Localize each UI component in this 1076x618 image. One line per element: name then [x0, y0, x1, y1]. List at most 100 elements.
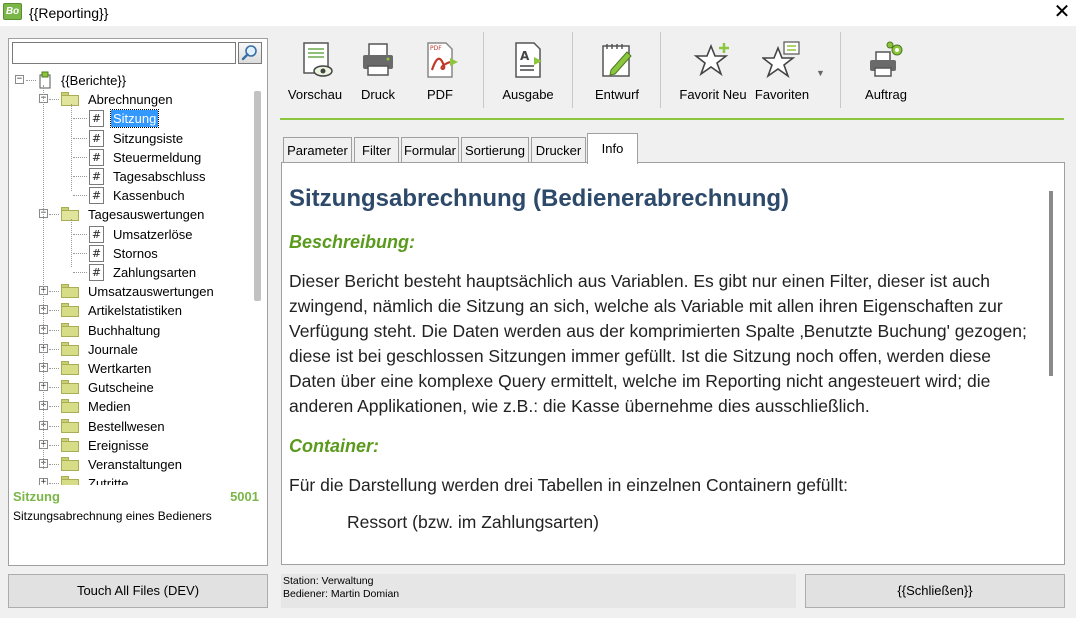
tree-label: Veranstaltungen — [88, 457, 182, 472]
report-root-icon — [39, 71, 51, 89]
favorit-neu-button[interactable]: Favorit Neu — [676, 30, 750, 116]
tree-folder[interactable]: + Buchhaltung — [9, 321, 249, 340]
tree-connector — [49, 329, 59, 331]
auftrag-button[interactable]: Auftrag — [856, 30, 916, 116]
tree-connector — [73, 252, 87, 254]
tree-connector — [26, 80, 36, 81]
close-window-button[interactable]: ✕ — [1052, 0, 1072, 24]
toolbar: Vorschau Druck PDF PDF A Ausgabe Entwurf… — [280, 30, 1064, 118]
search-button[interactable] — [238, 42, 262, 64]
tree-folder[interactable]: + Ereignisse — [9, 436, 249, 455]
tree-report[interactable]: # Steuermeldung — [9, 148, 249, 167]
folder-icon — [61, 399, 79, 414]
pdf-label: PDF — [427, 87, 453, 102]
tree-label: Artikelstatistiken — [88, 303, 182, 319]
tree-report[interactable]: # Zahlungsarten — [9, 263, 249, 282]
folder-icon — [61, 380, 79, 395]
folder-icon — [61, 476, 79, 485]
tab-parameter[interactable]: Parameter — [283, 137, 352, 163]
vorschau-button[interactable]: Vorschau — [284, 30, 346, 116]
tree-expander[interactable]: + — [39, 478, 48, 485]
tree-folder[interactable]: + Bestellwesen — [9, 417, 249, 436]
folder-icon — [61, 322, 79, 337]
search-icon — [241, 45, 257, 61]
report-icon: # — [89, 264, 104, 281]
tree-connector — [49, 214, 59, 216]
folder-icon — [61, 207, 79, 222]
tree-report[interactable]: # Sitzung — [9, 109, 249, 129]
tree-connector — [49, 310, 59, 312]
container-text: Für die Darstellung werden drei Tabellen… — [289, 475, 849, 495]
favoriten-dropdown-arrow[interactable]: ▼ — [816, 68, 825, 78]
tree-folder[interactable]: + Veranstaltungen — [9, 455, 249, 474]
tree-folder[interactable]: − Abrechnungen — [9, 90, 249, 109]
svg-text:PDF: PDF — [430, 45, 442, 52]
tree-label: Stornos — [113, 245, 158, 261]
report-tree: − {{Berichte}} − Abrechnungen # Sitzung # Sitzu… — [9, 69, 249, 485]
tree-folder[interactable]: + Medien — [9, 397, 249, 416]
folder-icon — [61, 361, 79, 375]
tree-label: Zahlungsarten — [113, 265, 197, 280]
tab-formular[interactable]: Formular — [401, 137, 459, 163]
tree-label: Zutritte — [88, 476, 129, 485]
tab-info[interactable]: Info — [587, 133, 638, 164]
close-button[interactable]: {{Schließen}} — [805, 574, 1065, 608]
report-icon: # — [89, 129, 104, 147]
bediener-text: Bediener: Martin Domian — [283, 588, 400, 600]
tree-folder[interactable]: + Journale — [9, 340, 249, 359]
touch-all-files-button[interactable]: Touch All Files (DEV) — [8, 574, 268, 608]
tree-connector — [49, 406, 59, 408]
favoriten-button[interactable]: Favoriten — [752, 30, 812, 116]
tab-drucker[interactable]: Drucker — [531, 137, 586, 163]
folder-icon — [61, 341, 79, 356]
preview-icon — [303, 42, 333, 77]
tree-label: Umsatzerlöse — [113, 226, 193, 242]
tree-folder[interactable]: + Artikelstatistiken — [9, 301, 249, 320]
tree-folder[interactable]: + Umsatzauswertungen — [9, 282, 249, 301]
printer-icon — [363, 43, 393, 76]
tree-label: Medien — [88, 399, 131, 415]
title-bar: Bo {{Reporting}} ✕ — [0, 0, 1076, 26]
report-icon: # — [89, 110, 104, 128]
selected-report-number: 5001 — [230, 489, 259, 504]
info-content-panel: Sitzungsabrechnung (Bedienerabrechnung) … — [281, 162, 1065, 565]
pdf-button[interactable]: PDF PDF — [412, 30, 468, 116]
ausgabe-button[interactable]: A Ausgabe — [496, 30, 560, 116]
entwurf-label: Entwurf — [594, 87, 640, 102]
tree-expander[interactable]: − — [15, 75, 24, 84]
star-add-icon — [693, 43, 729, 77]
tree-label: Gutscheine — [88, 380, 154, 396]
tree-folder[interactable]: + Gutscheine — [9, 378, 249, 397]
tree-label: Tagesabschluss — [113, 169, 206, 184]
tab-filter[interactable]: Filter — [354, 137, 399, 163]
tree-label: Bestellwesen — [88, 418, 165, 434]
search-input[interactable] — [12, 42, 236, 64]
content-scrollbar[interactable] — [1049, 191, 1053, 376]
tree-report[interactable]: # Tagesabschluss — [9, 167, 249, 186]
entwurf-button[interactable]: Entwurf — [584, 30, 650, 116]
tree-report[interactable]: # Stornos — [9, 244, 249, 263]
tree-report[interactable]: # Umsatzerlöse — [9, 225, 249, 244]
tree-connector — [49, 464, 59, 465]
tree-connector — [73, 195, 87, 197]
window-title: {{Reporting}} — [29, 5, 109, 21]
container-heading: Container: — [289, 436, 379, 456]
druck-button[interactable]: Druck — [352, 30, 404, 116]
tree-report[interactable]: # Sitzungsiste — [9, 129, 249, 148]
station-text: Station: Verwaltung — [283, 575, 374, 587]
job-printer-icon — [870, 41, 903, 77]
tree-connector — [73, 156, 87, 158]
toolbar-divider — [280, 118, 1064, 120]
tree-scrollbar[interactable] — [254, 91, 261, 301]
selected-report-name: Sitzung — [13, 489, 60, 504]
tree-connector — [49, 483, 59, 485]
tree-folder[interactable]: + Zutritte — [9, 474, 249, 485]
tree-folder[interactable]: − Tagesauswertungen — [9, 205, 249, 224]
tree-connector — [49, 425, 59, 427]
favorit-neu-label: Favorit Neu — [679, 87, 747, 102]
tree-report[interactable]: # Kassenbuch — [9, 186, 249, 205]
tab-strip: Parameter Filter Formular Sortierung Dru… — [283, 133, 1063, 164]
tree-folder[interactable]: + Wertkarten — [9, 359, 249, 378]
tree-connector — [73, 118, 87, 120]
tab-sortierung[interactable]: Sortierung — [461, 137, 529, 163]
